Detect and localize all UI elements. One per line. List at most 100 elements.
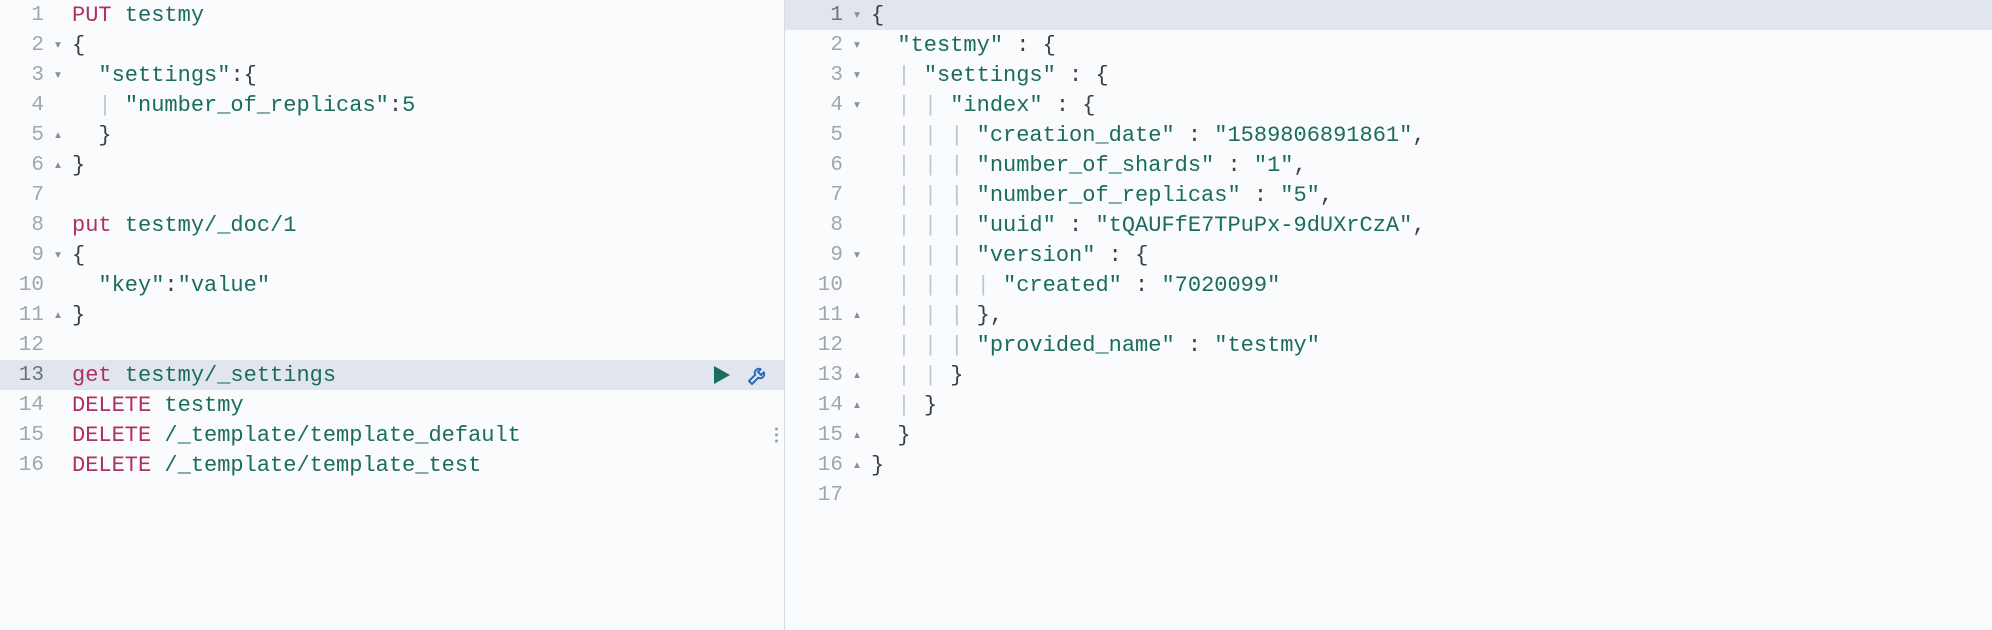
left-code-line[interactable]: 6▴}: [0, 150, 784, 180]
code-content[interactable]: | | "index" : {: [865, 93, 1992, 118]
code-token: "5": [1280, 183, 1320, 208]
code-content[interactable]: DELETE testmy: [66, 393, 784, 418]
code-content[interactable]: }: [66, 153, 784, 178]
right-code-line[interactable]: 10 | | | | "created" : "7020099": [785, 270, 1992, 300]
response-output-pane[interactable]: 1▾{2▾ "testmy" : {3▾ | "settings" : {4▾ …: [785, 0, 1992, 630]
code-token: [151, 453, 164, 478]
right-code-line[interactable]: 13▴ | | }: [785, 360, 1992, 390]
left-code-line[interactable]: 9▾{: [0, 240, 784, 270]
code-content[interactable]: put testmy/_doc/1: [66, 213, 784, 238]
right-code-line[interactable]: 9▾ | | | "version" : {: [785, 240, 1992, 270]
fold-toggle-icon[interactable]: ▾: [849, 248, 865, 263]
right-code-line[interactable]: 11▴ | | | },: [785, 300, 1992, 330]
code-token: |: [897, 183, 910, 208]
code-content[interactable]: }: [66, 123, 784, 148]
fold-toggle-icon[interactable]: ▾: [849, 68, 865, 83]
right-code-line[interactable]: 4▾ | | "index" : {: [785, 90, 1992, 120]
left-code-line[interactable]: 8put testmy/_doc/1: [0, 210, 784, 240]
code-token: testmy: [125, 3, 204, 28]
fold-toggle-icon[interactable]: ▾: [849, 38, 865, 53]
code-content[interactable]: }: [865, 453, 1992, 478]
code-content[interactable]: | | }: [865, 363, 1992, 388]
left-code-line[interactable]: 10 "key":"value": [0, 270, 784, 300]
code-content[interactable]: {: [865, 3, 1992, 28]
code-content[interactable]: }: [865, 423, 1992, 448]
fold-toggle-icon[interactable]: ▾: [50, 38, 66, 53]
fold-toggle-icon[interactable]: ▾: [849, 98, 865, 113]
code-content[interactable]: "key":"value": [66, 273, 784, 298]
code-content[interactable]: "settings":{: [66, 63, 784, 88]
right-code-line[interactable]: 6 | | | "number_of_shards" : "1",: [785, 150, 1992, 180]
left-code-line[interactable]: 13get testmy/_settings: [0, 360, 784, 390]
right-code-line[interactable]: 5 | | | "creation_date" : "1589806891861…: [785, 120, 1992, 150]
right-code-line[interactable]: 7 | | | "number_of_replicas" : "5",: [785, 180, 1992, 210]
left-code-line[interactable]: 16DELETE /_template/template_test: [0, 450, 784, 480]
left-code-line[interactable]: 7: [0, 180, 784, 210]
left-code-line[interactable]: 11▴}: [0, 300, 784, 330]
fold-toggle-icon[interactable]: ▴: [849, 458, 865, 473]
code-content[interactable]: [66, 333, 784, 358]
code-content[interactable]: | | | "number_of_shards" : "1",: [865, 153, 1992, 178]
right-code-line[interactable]: 15▴ }: [785, 420, 1992, 450]
code-content[interactable]: "testmy" : {: [865, 33, 1992, 58]
fold-toggle-icon[interactable]: ▴: [849, 398, 865, 413]
code-token: "testmy": [1214, 333, 1320, 358]
fold-toggle-icon[interactable]: ▴: [849, 428, 865, 443]
fold-toggle-icon[interactable]: ▴: [849, 368, 865, 383]
code-token: |: [950, 273, 963, 298]
right-code-line[interactable]: 14▴ | }: [785, 390, 1992, 420]
code-content[interactable]: | | | },: [865, 303, 1992, 328]
code-content[interactable]: [66, 183, 784, 208]
code-content[interactable]: DELETE /_template/template_test: [66, 453, 784, 478]
fold-toggle-icon[interactable]: ▴: [50, 308, 66, 323]
code-token: testmy/_settings: [125, 363, 336, 388]
wrench-icon[interactable]: [746, 363, 770, 387]
code-content[interactable]: | "settings" : {: [865, 63, 1992, 88]
code-token: [911, 333, 924, 358]
code-content[interactable]: }: [66, 303, 784, 328]
code-content[interactable]: | | | "creation_date" : "1589806891861",: [865, 123, 1992, 148]
code-content[interactable]: | | | "provided_name" : "testmy": [865, 333, 1992, 358]
fold-toggle-icon[interactable]: ▴: [50, 128, 66, 143]
code-content[interactable]: | }: [865, 393, 1992, 418]
left-code-line[interactable]: 12: [0, 330, 784, 360]
code-token: [871, 333, 897, 358]
right-code-line[interactable]: 16▴}: [785, 450, 1992, 480]
left-code-line[interactable]: 14DELETE testmy: [0, 390, 784, 420]
code-content[interactable]: DELETE /_template/template_default: [66, 423, 784, 448]
code-token: |: [897, 63, 910, 88]
right-code-line[interactable]: 12 | | | "provided_name" : "testmy": [785, 330, 1992, 360]
code-content[interactable]: [865, 483, 1992, 508]
left-code-line[interactable]: 5▴ }: [0, 120, 784, 150]
code-token: :: [230, 63, 243, 88]
right-code-line[interactable]: 17: [785, 480, 1992, 510]
code-content[interactable]: get testmy/_settings: [66, 363, 784, 388]
left-code-line[interactable]: 3▾ "settings":{: [0, 60, 784, 90]
fold-toggle-icon[interactable]: ▾: [50, 248, 66, 263]
right-code-line[interactable]: 1▾{: [785, 0, 1992, 30]
right-code-line[interactable]: 3▾ | "settings" : {: [785, 60, 1992, 90]
left-code-line[interactable]: 15DELETE /_template/template_default: [0, 420, 784, 450]
code-content[interactable]: {: [66, 243, 784, 268]
drag-dots-icon[interactable]: [775, 428, 778, 443]
code-token: put: [72, 213, 112, 238]
code-content[interactable]: | | | "version" : {: [865, 243, 1992, 268]
code-token: [911, 123, 924, 148]
fold-toggle-icon[interactable]: ▴: [50, 158, 66, 173]
code-content[interactable]: | "number_of_replicas":5: [66, 93, 784, 118]
code-content[interactable]: | | | | "created" : "7020099": [865, 273, 1992, 298]
code-content[interactable]: | | | "number_of_replicas" : "5",: [865, 183, 1992, 208]
code-content[interactable]: {: [66, 33, 784, 58]
right-code-line[interactable]: 2▾ "testmy" : {: [785, 30, 1992, 60]
code-content[interactable]: PUT testmy: [66, 3, 784, 28]
left-code-line[interactable]: 1PUT testmy: [0, 0, 784, 30]
right-code-line[interactable]: 8 | | | "uuid" : "tQAUFfE7TPuPx-9dUXrCzA…: [785, 210, 1992, 240]
left-code-line[interactable]: 4 | "number_of_replicas":5: [0, 90, 784, 120]
fold-toggle-icon[interactable]: ▾: [50, 68, 66, 83]
code-content[interactable]: | | | "uuid" : "tQAUFfE7TPuPx-9dUXrCzA",: [865, 213, 1992, 238]
fold-toggle-icon[interactable]: ▴: [849, 308, 865, 323]
play-icon[interactable]: [712, 364, 732, 386]
left-code-line[interactable]: 2▾{: [0, 30, 784, 60]
fold-toggle-icon[interactable]: ▾: [849, 8, 865, 23]
request-editor-pane[interactable]: 1PUT testmy2▾{3▾ "settings":{4 | "number…: [0, 0, 785, 630]
